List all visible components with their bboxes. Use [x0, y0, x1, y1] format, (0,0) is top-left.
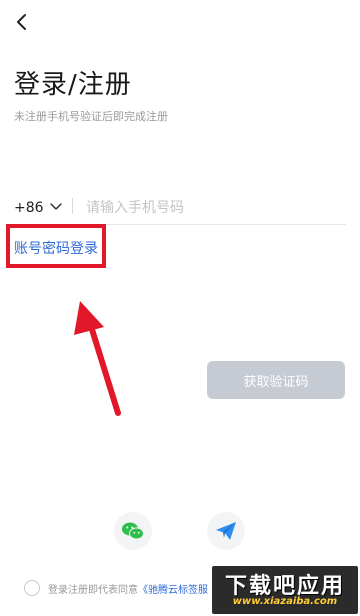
telegram-login-button[interactable]: [207, 512, 245, 550]
watermark-logo: 下载吧应用 www.xiazaiba.com: [212, 566, 358, 614]
chevron-left-icon: [17, 14, 26, 30]
agreement-link[interactable]: 《驰腾云标签服: [138, 585, 208, 596]
telegram-icon: [216, 522, 236, 540]
annotation-arrow: [74, 301, 121, 416]
wechat-icon: [122, 522, 144, 540]
page-subtitle: 未注册手机号验证后即完成注册: [14, 110, 168, 123]
country-code-dropdown[interactable]: [46, 199, 66, 215]
back-button[interactable]: [10, 10, 34, 34]
chevron-down-icon: [50, 203, 62, 210]
page-title: 登录/注册: [14, 70, 132, 100]
wechat-login-button[interactable]: [114, 512, 152, 550]
annotation-highlight-box: [6, 224, 106, 268]
phone-number-input[interactable]: [84, 194, 338, 222]
field-divider: [72, 198, 73, 214]
get-verification-code-button[interactable]: 获取验证码: [207, 361, 345, 399]
watermark-url: www.xiazaiba.com: [232, 596, 338, 607]
agreement-checkbox[interactable]: [24, 580, 40, 596]
agreement-text: 登录注册即代表同意《驰腾云标签服: [48, 581, 208, 596]
agreement-prefix: 登录注册即代表同意: [48, 585, 138, 596]
country-code[interactable]: +86: [14, 200, 44, 216]
phone-field-row: +86: [14, 192, 346, 225]
